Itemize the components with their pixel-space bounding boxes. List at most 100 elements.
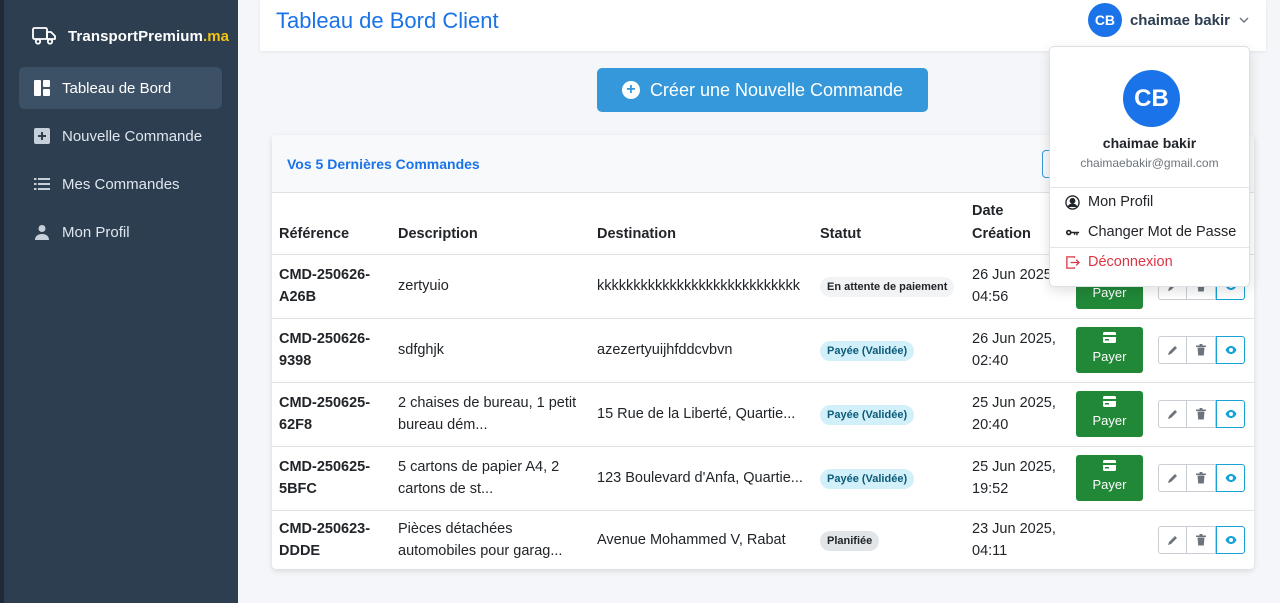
pay-button[interactable]: Payer: [1076, 455, 1143, 501]
sidebar-item-mon-profil[interactable]: Mon Profil: [19, 211, 222, 253]
status-badge: En attente de paiement: [820, 277, 955, 297]
pencil-icon: [1167, 474, 1177, 483]
pay-label: Payer: [1092, 349, 1127, 364]
user-menu-toggle[interactable]: CB chaimae bakir: [1087, 3, 1250, 37]
pay-button[interactable]: Payer: [1076, 391, 1143, 437]
user-dropdown-menu: CB chaimae bakir chaimaebakir@gmail.com …: [1049, 46, 1250, 287]
card-title: Vos 5 Dernières Commandes: [287, 156, 480, 172]
edit-button[interactable]: [1158, 464, 1187, 492]
edit-button[interactable]: [1158, 336, 1187, 364]
payment-cell: [1069, 510, 1151, 569]
credit-card-icon: [1103, 332, 1116, 343]
avatar-large: CB: [1123, 70, 1180, 127]
dropdown-item-deconnexion[interactable]: Déconnexion: [1065, 254, 1173, 270]
pencil-icon: [1167, 536, 1177, 546]
credit-card-icon: [1103, 396, 1116, 407]
status-badge: Payée (Validée): [820, 469, 915, 489]
order-reference: CMD-250626-9398: [272, 318, 391, 383]
order-reference: CMD-250625-62F8: [272, 382, 391, 447]
user-name: chaimae bakir: [1129, 11, 1230, 29]
dropdown-divider: [1050, 187, 1249, 188]
sidebar-nav: Tableau de Bord Nouvelle Commande Mes Co…: [19, 67, 222, 259]
view-button[interactable]: [1216, 464, 1245, 492]
view-button[interactable]: [1216, 336, 1245, 364]
order-reference: CMD-250626-A26B: [272, 254, 391, 319]
order-status: Payée (Validée): [813, 446, 965, 511]
create-order-label: Créer une Nouvelle Commande: [649, 79, 904, 100]
eye-icon: [1225, 410, 1236, 418]
payment-cell: Payer: [1069, 382, 1151, 447]
user-circle-icon: [1065, 194, 1080, 210]
order-date: 23 Jun 2025, 04:11: [972, 521, 1056, 560]
column-header-destination: Destination: [590, 193, 813, 255]
order-status: Payée (Validée): [813, 318, 965, 383]
action-group: [1158, 336, 1247, 364]
brand[interactable]: TransportPremium.ma: [32, 26, 229, 46]
order-date: 25 Jun 2025, 20:40: [965, 382, 1069, 447]
payment-cell: Payer: [1069, 318, 1151, 383]
action-group: [1158, 464, 1247, 492]
order-description: zertyuio: [391, 254, 590, 319]
sidebar-item-label: Mes Commandes: [62, 175, 180, 193]
pencil-icon: [1167, 410, 1177, 419]
order-reference: CMD-250625-5BFC: [272, 446, 391, 511]
list-icon: [34, 178, 50, 190]
delete-button[interactable]: [1187, 336, 1216, 364]
actions-cell: [1151, 510, 1254, 569]
action-group: [1158, 526, 1247, 555]
order-description: sdfghjk: [391, 318, 590, 383]
sidebar-item-tableau-de-bord[interactable]: Tableau de Bord: [19, 67, 222, 109]
view-button[interactable]: [1216, 400, 1245, 428]
column-header-statut: Statut: [813, 193, 965, 255]
delete-button[interactable]: [1187, 464, 1216, 492]
trash-icon: [1196, 408, 1206, 420]
page-title: Tableau de Bord Client: [276, 8, 499, 33]
order-status: Planifiée: [813, 510, 965, 569]
eye-icon: [1225, 346, 1236, 354]
avatar: CB: [1087, 3, 1122, 37]
pay-button[interactable]: Payer: [1076, 327, 1143, 373]
table-row: CMD-250626-9398 sdfghjk azezertyuijhfddc…: [272, 318, 1254, 383]
sidebar: TransportPremium.ma Tableau de Bord Nouv…: [4, 0, 238, 603]
order-status: Payée (Validée): [813, 382, 965, 447]
sidebar-item-mes-commandes[interactable]: Mes Commandes: [19, 163, 222, 205]
order-destination: azezertyuijhfddcvbvn: [590, 318, 813, 383]
delete-button[interactable]: [1187, 526, 1216, 555]
dropdown-item-mon-profil[interactable]: Mon Profil: [1065, 194, 1153, 210]
dropdown-user-email: chaimaebakir@gmail.com: [1080, 156, 1219, 170]
actions-cell: [1151, 382, 1254, 447]
plus-circle-icon: +: [621, 81, 640, 99]
user-icon: [35, 225, 49, 240]
sidebar-item-nouvelle-commande[interactable]: Nouvelle Commande: [19, 115, 222, 157]
table-row: CMD-250623-DDDE Pièces détachées automob…: [272, 510, 1254, 569]
status-badge: Payée (Validée): [820, 341, 915, 361]
delete-button[interactable]: [1187, 400, 1216, 428]
sidebar-item-label: Mon Profil: [62, 223, 130, 241]
trash-icon: [1196, 534, 1206, 546]
chevron-down-icon: [1239, 17, 1249, 23]
top-header: Tableau de Bord Client CB chaimae bakir: [260, 0, 1266, 51]
trash-icon: [1196, 344, 1206, 356]
actions-cell: [1151, 446, 1254, 511]
order-destination: Avenue Mohammed V, Rabat: [597, 532, 786, 549]
order-destination: 15 Rue de la Liberté, Quartie...: [590, 382, 813, 447]
dropdown-user-name: chaimae bakir: [1102, 135, 1197, 151]
edit-button[interactable]: [1158, 400, 1187, 428]
payment-cell: Payer: [1069, 446, 1151, 511]
view-button[interactable]: [1216, 526, 1245, 555]
create-order-button[interactable]: + Créer une Nouvelle Commande: [597, 68, 928, 112]
order-description: Pièces détachées automobiles pour garag.…: [398, 521, 563, 560]
logout-icon: [1066, 255, 1080, 269]
status-badge: Payée (Validée): [820, 405, 915, 425]
credit-card-icon: [1103, 460, 1116, 471]
eye-icon: [1225, 474, 1236, 482]
dashboard-icon: [34, 80, 50, 96]
edit-button[interactable]: [1158, 526, 1187, 555]
order-destination: 123 Boulevard d'Anfa, Quartie...: [590, 446, 813, 511]
order-date: 25 Jun 2025, 19:52: [965, 446, 1069, 511]
table-row: CMD-250625-62F8 2 chaises de bureau, 1 p…: [272, 382, 1254, 447]
sidebar-item-label: Tableau de Bord: [62, 79, 172, 97]
truck-icon: [32, 27, 56, 45]
dropdown-divider: [1050, 247, 1249, 248]
dropdown-item-changer-mot-de-passe[interactable]: Changer Mot de Passe: [1065, 224, 1236, 240]
